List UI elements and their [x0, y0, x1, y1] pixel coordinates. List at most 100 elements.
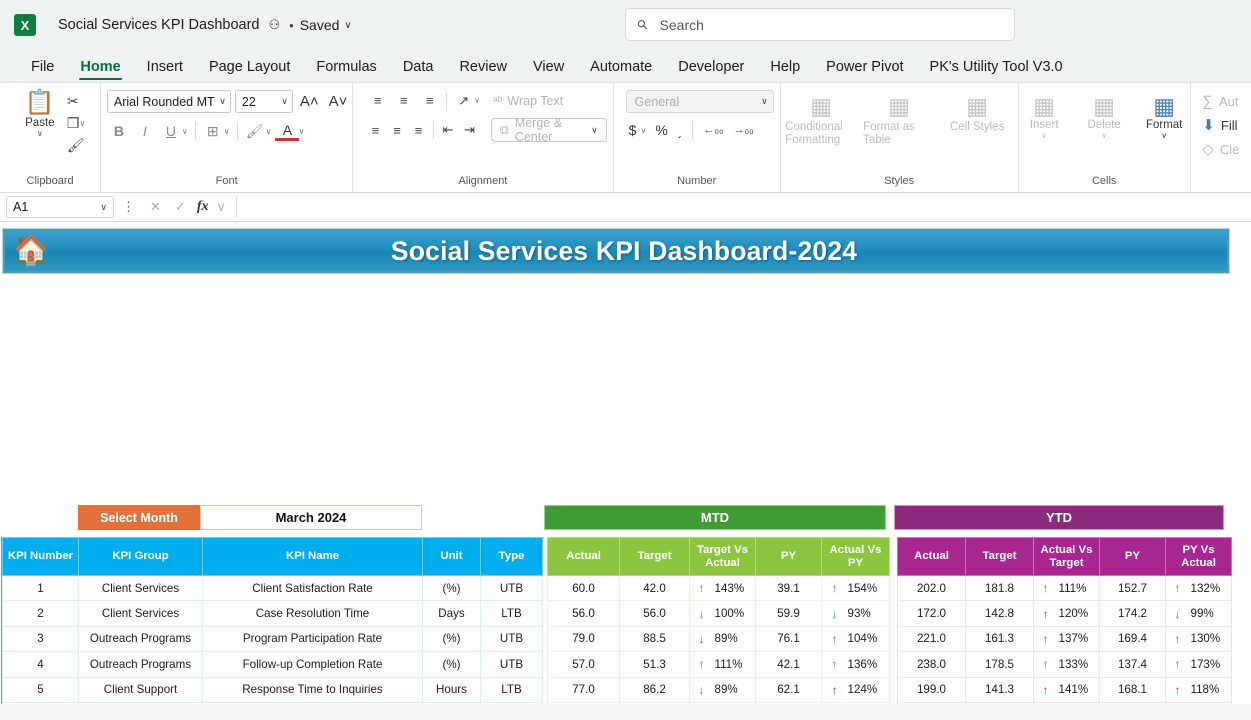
cell-ytd-target[interactable]: 142.8: [966, 601, 1034, 626]
cell-kpi-group[interactable]: Outreach Programs: [79, 626, 203, 651]
align-top-button[interactable]: ≡: [365, 90, 390, 111]
copy-button[interactable]: ❐ ∨: [67, 115, 87, 132]
cell-unit[interactable]: (%): [423, 652, 481, 677]
increase-indent-button[interactable]: ⇥: [459, 120, 480, 141]
cell-ytd-actual[interactable]: 231.0: [898, 702, 966, 704]
tab-view[interactable]: View: [520, 57, 577, 82]
autosum-button[interactable]: ∑ Aut: [1202, 93, 1239, 110]
cell-type[interactable]: LTB: [481, 677, 543, 702]
cell-unit[interactable]: (%): [423, 576, 481, 601]
align-center-button[interactable]: ≡: [387, 120, 408, 141]
cell-kpi-group[interactable]: Client Services: [79, 576, 203, 601]
cell-mtd-target-vs-actual[interactable]: ↓89%: [690, 677, 756, 702]
cell-mtd-target[interactable]: 86.2: [620, 677, 690, 702]
cell-mtd-actual[interactable]: 56.0: [548, 601, 620, 626]
insert-chevron-down-icon[interactable]: ∨: [1041, 131, 1047, 140]
cell-mtd-actual[interactable]: 60.0: [548, 576, 620, 601]
formula-input[interactable]: [236, 196, 1245, 218]
select-month-value[interactable]: March 2024: [200, 505, 422, 530]
cell-kpi-name[interactable]: Response Time to Inquiries: [203, 677, 423, 702]
cell-mtd-py[interactable]: 59.9: [756, 601, 822, 626]
tab-help[interactable]: Help: [757, 57, 813, 82]
fill-button[interactable]: ⬇ Fill: [1202, 116, 1239, 134]
cell-unit[interactable]: Hours: [423, 677, 481, 702]
cell-ytd-py-vs-actual[interactable]: ↑130%: [1166, 626, 1232, 651]
cell-type[interactable]: UTB: [481, 652, 543, 677]
cell-kpi-number[interactable]: 1: [3, 576, 79, 601]
cell-ytd-py[interactable]: 137.4: [1100, 652, 1166, 677]
font-name-chevron-down-icon[interactable]: ∨: [219, 96, 226, 107]
share-person-icon[interactable]: ⚇: [269, 17, 281, 33]
home-icon[interactable]: 🏠: [13, 237, 49, 266]
cell-styles-button[interactable]: ▦ Cell Styles: [941, 94, 1013, 134]
cell-ytd-py[interactable]: 169.4: [1100, 626, 1166, 651]
cell-mtd-actual-vs-py[interactable]: ↑124%: [822, 677, 890, 702]
cell-mtd-target-vs-actual[interactable]: ↑143%: [690, 576, 756, 601]
delete-cells-button[interactable]: ▦ Delete ∨: [1075, 94, 1133, 140]
cell-type[interactable]: LTB: [481, 601, 543, 626]
clear-button[interactable]: ◇ Cle: [1202, 140, 1239, 158]
merge-and-center-button[interactable]: ⧉ Merge & Center ∨: [491, 118, 607, 142]
currency-chevron-down-icon[interactable]: ∨: [640, 126, 646, 135]
borders-button[interactable]: ⊞: [201, 120, 225, 142]
cell-ytd-py[interactable]: 168.1: [1100, 677, 1166, 702]
cell-type[interactable]: UTB: [481, 576, 543, 601]
cell-ytd-actual[interactable]: 202.0: [898, 576, 966, 601]
cell-kpi-group[interactable]: Client Support: [79, 677, 203, 702]
cell-type[interactable]: UTB: [481, 702, 543, 704]
cell-ytd-py-vs-actual[interactable]: ↑137%: [1166, 702, 1232, 704]
cell-ytd-actual-vs-target[interactable]: ↑137%: [1034, 626, 1100, 651]
cell-kpi-number[interactable]: 6: [3, 702, 79, 704]
save-status-label[interactable]: Saved: [300, 17, 340, 33]
fx-chevron-down-icon[interactable]: ∨: [212, 199, 230, 215]
number-format-chevron-down-icon[interactable]: ∨: [761, 96, 768, 107]
tab-formulas[interactable]: Formulas: [303, 57, 389, 82]
cell-ytd-target[interactable]: 141.3: [966, 677, 1034, 702]
decrease-font-size-icon[interactable]: A˅: [326, 93, 351, 110]
underline-button[interactable]: U: [159, 120, 183, 142]
font-color-chevron-down-icon[interactable]: ∨: [298, 127, 304, 136]
cell-ytd-actual-vs-target[interactable]: ↑133%: [1034, 652, 1100, 677]
cell-mtd-actual-vs-py[interactable]: ↑104%: [822, 626, 890, 651]
increase-font-size-icon[interactable]: A˄: [297, 93, 322, 110]
cell-kpi-group[interactable]: Community Impact: [79, 702, 203, 704]
orientation-button[interactable]: ↗: [451, 90, 476, 111]
name-box-chevron-down-icon[interactable]: ∨: [100, 202, 107, 213]
cell-mtd-actual-vs-py[interactable]: ↑136%: [822, 652, 890, 677]
cell-ytd-py-vs-actual[interactable]: ↑132%: [1166, 576, 1232, 601]
fill-color-chevron-down-icon[interactable]: ∨: [266, 127, 272, 136]
font-size-select[interactable]: 22 ∨: [235, 90, 293, 113]
save-status-chevron-down-icon[interactable]: ∨: [344, 20, 351, 31]
cell-mtd-actual-vs-py[interactable]: ↑154%: [822, 576, 890, 601]
cell-kpi-group[interactable]: Client Services: [79, 601, 203, 626]
tab-power-pivot[interactable]: Power Pivot: [813, 57, 916, 82]
increase-decimal-button[interactable]: ←₀₀: [700, 124, 726, 136]
cell-ytd-actual[interactable]: 199.0: [898, 677, 966, 702]
insert-function-icon[interactable]: fx: [193, 199, 213, 215]
font-size-chevron-down-icon[interactable]: ∨: [281, 96, 288, 107]
fill-color-button[interactable]: 🖌: [243, 120, 267, 142]
decrease-indent-button[interactable]: ⇤: [438, 120, 459, 141]
tab-file[interactable]: File: [18, 57, 67, 82]
cell-mtd-target-vs-actual[interactable]: ↑111%: [690, 652, 756, 677]
wrap-text-button[interactable]: ᵃᵇ Wrap Text: [493, 94, 563, 108]
cell-mtd-py[interactable]: 42.1: [756, 652, 822, 677]
cell-mtd-actual-vs-py[interactable]: ↓93%: [822, 601, 890, 626]
cell-ytd-py-vs-actual[interactable]: ↓99%: [1166, 601, 1232, 626]
align-bottom-button[interactable]: ≡: [417, 90, 442, 111]
cell-ytd-actual-vs-target[interactable]: ↑141%: [1034, 677, 1100, 702]
cell-kpi-name[interactable]: Community Engagement Rate: [203, 702, 423, 704]
cell-kpi-number[interactable]: 5: [3, 677, 79, 702]
cell-mtd-actual[interactable]: 57.0: [548, 652, 620, 677]
cell-kpi-number[interactable]: 2: [3, 601, 79, 626]
font-color-button[interactable]: A: [275, 122, 299, 141]
align-right-button[interactable]: ≡: [408, 120, 429, 141]
search-box[interactable]: ⚲ Search: [625, 8, 1015, 41]
formula-bar-more-icon[interactable]: ⋮: [114, 199, 143, 215]
align-left-button[interactable]: ≡: [365, 120, 386, 141]
tab-insert[interactable]: Insert: [134, 57, 196, 82]
cell-mtd-target[interactable]: 88.5: [620, 626, 690, 651]
cell-mtd-actual[interactable]: 79.0: [548, 626, 620, 651]
cut-button[interactable]: ✂: [67, 93, 87, 110]
copy-chevron-down-icon[interactable]: ∨: [79, 119, 85, 128]
